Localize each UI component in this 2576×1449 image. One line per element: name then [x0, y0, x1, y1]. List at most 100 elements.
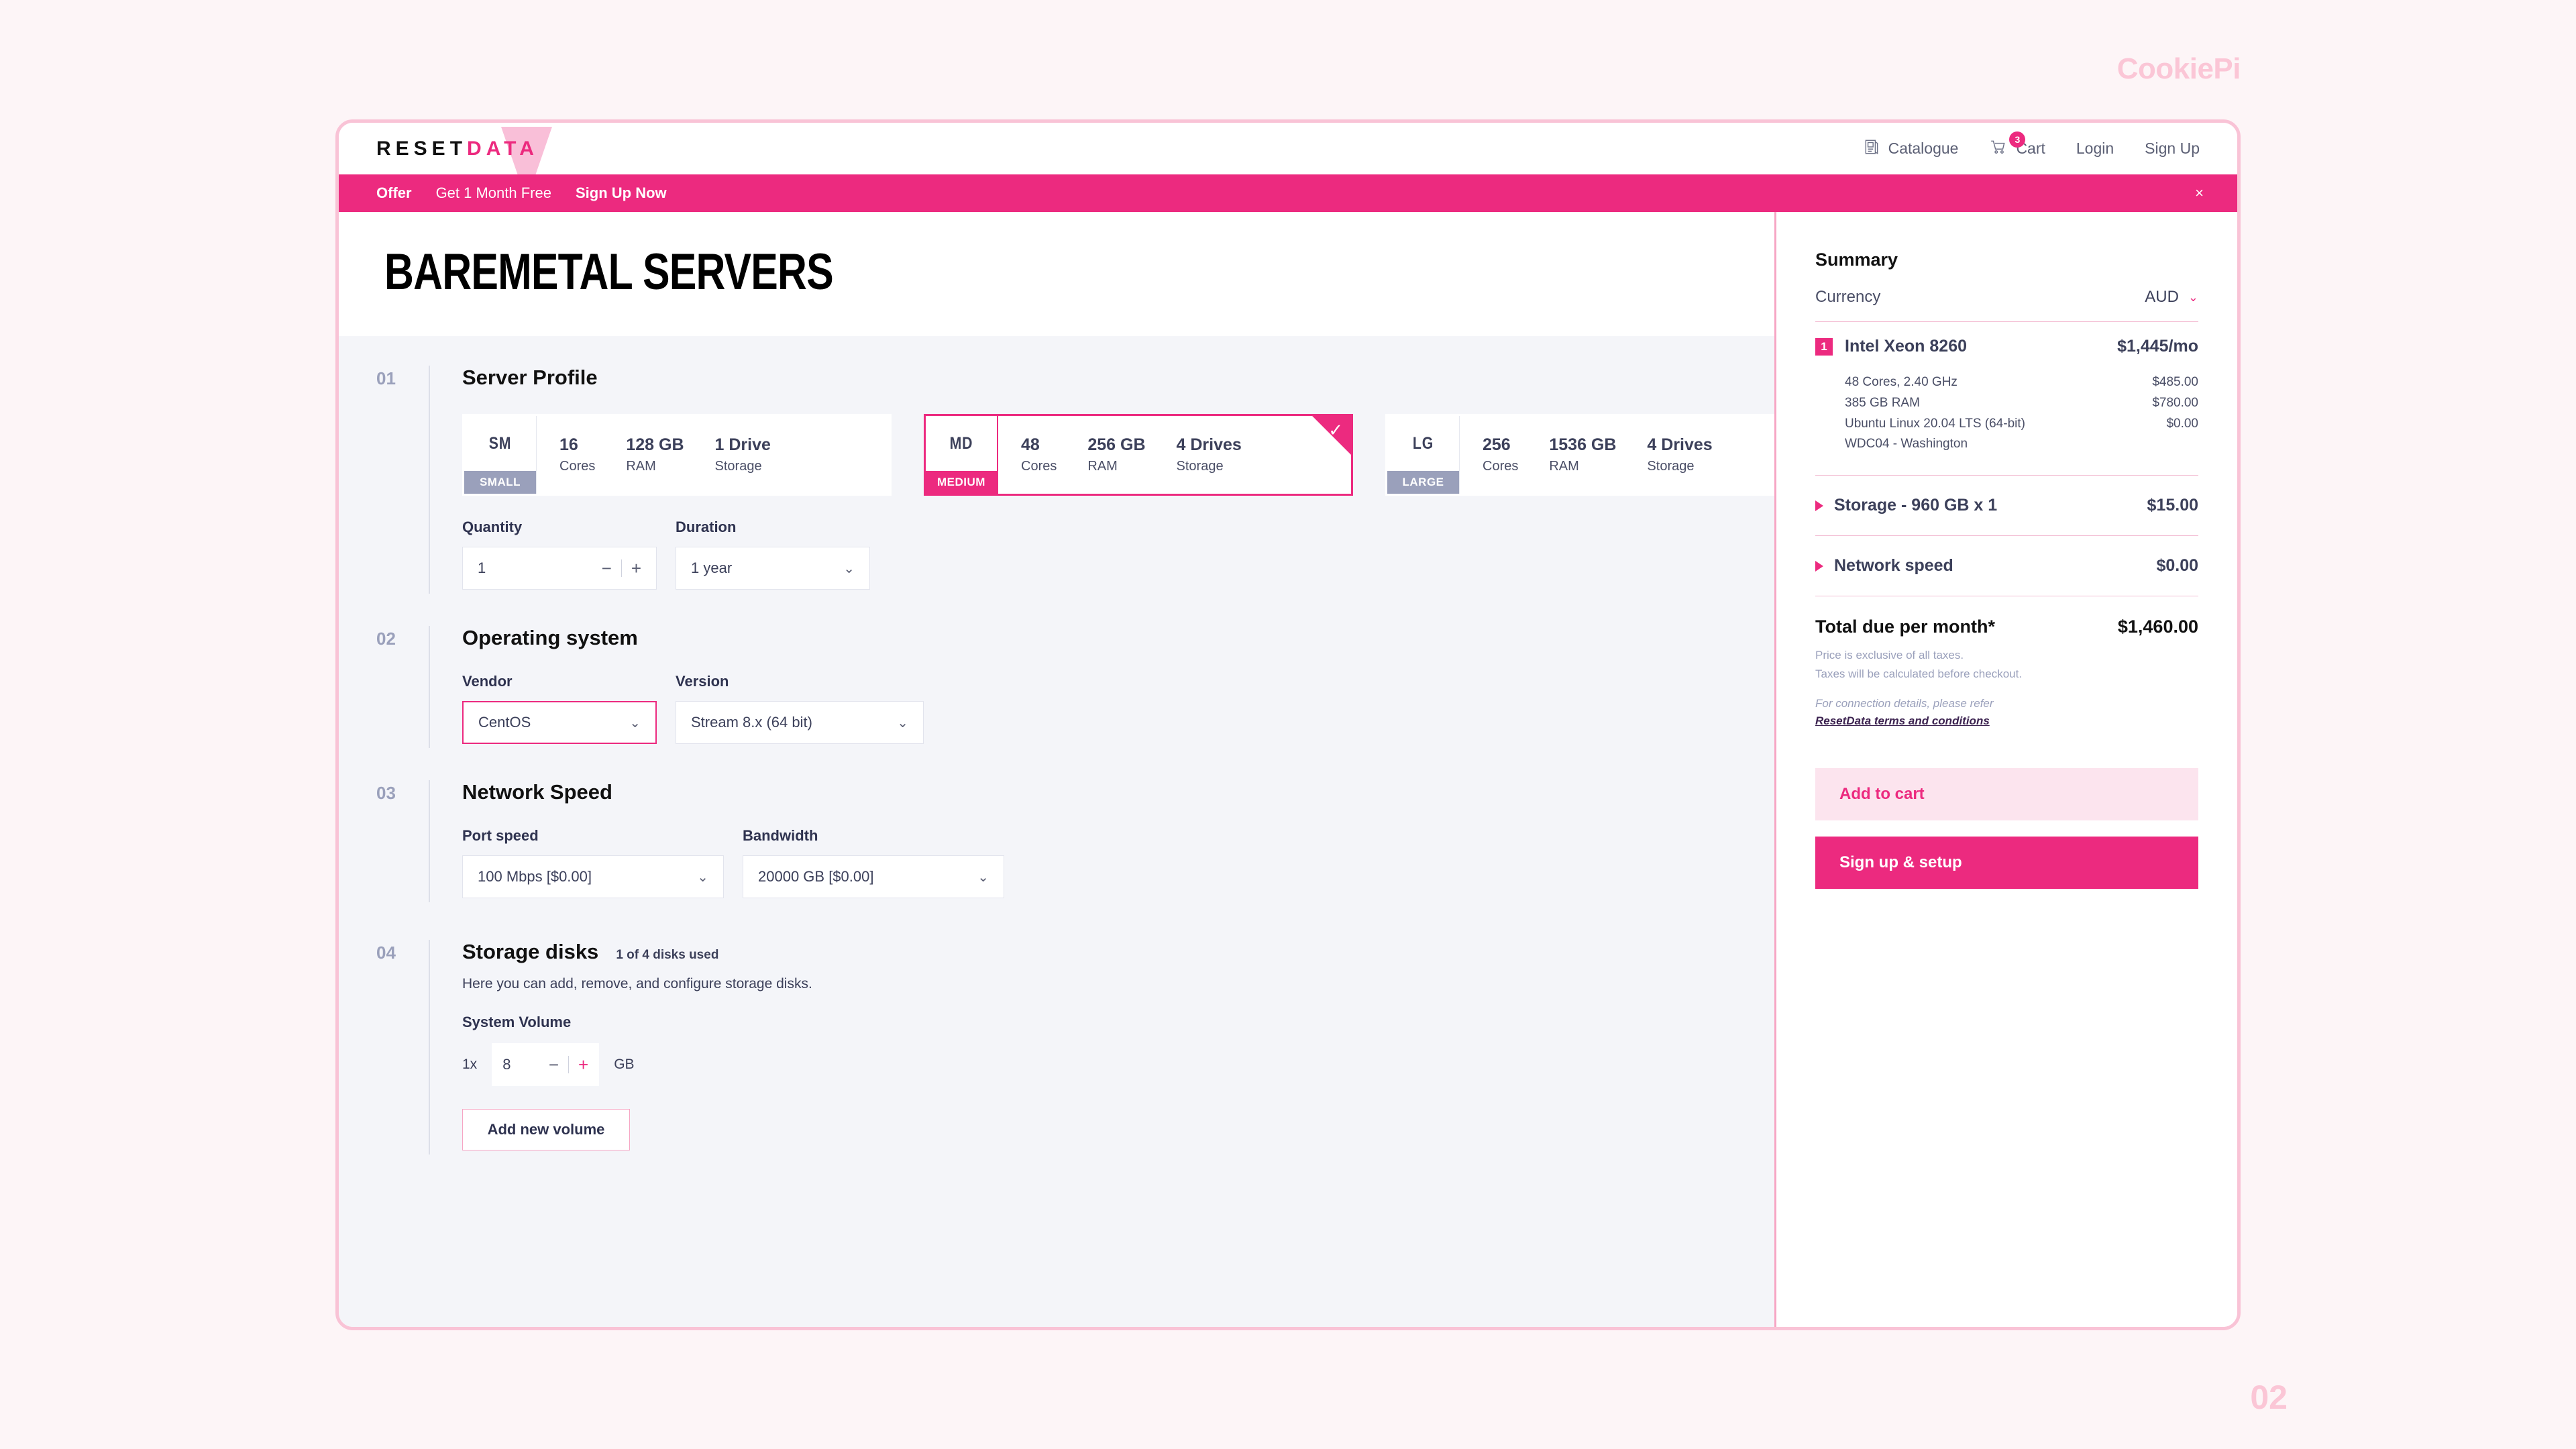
volume-size-stepper[interactable]: 8 − +: [492, 1043, 600, 1086]
banner-close-icon[interactable]: ×: [2195, 186, 2204, 201]
duration-value: 1 year: [691, 559, 733, 576]
spec-storage-value: 4 Drives: [1176, 435, 1242, 454]
sign-up-and-setup-button[interactable]: Sign up & setup: [1815, 837, 2198, 890]
quantity-duration-fields: Quantity 1 − + Duration 1 year ⌄: [462, 519, 1774, 590]
detail-row: 48 Cores, 2.40 GHz $485.00: [1845, 372, 2198, 393]
triangle-right-icon: [1815, 560, 1823, 572]
tax-note-line-2: Taxes will be calculated before checkout…: [1815, 667, 2023, 680]
chevron-down-icon: ⌄: [843, 561, 855, 576]
profile-card-abbr: MD: [949, 433, 973, 453]
watermark-page-number: 02: [2250, 1379, 2288, 1416]
port-speed-field: Port speed 100 Mbps [$0.00] ⌄: [462, 827, 724, 898]
server-profile-cards: SM SMALL 16 Cores 128 GB RAM 1 Drive Storag…: [462, 414, 1774, 496]
catalogue-icon: [1863, 138, 1880, 160]
volume-multiplier: 1x: [462, 1057, 478, 1072]
cart-badge: 3: [2009, 131, 2026, 148]
volume-plus-button[interactable]: +: [578, 1055, 588, 1075]
version-label: Version: [676, 673, 729, 690]
spec-cores-value: 48: [1021, 435, 1040, 454]
port-speed-value: 100 Mbps [$0.00]: [478, 868, 592, 885]
chevron-down-icon: ⌄: [977, 869, 989, 885]
currency-label: Currency: [1815, 288, 1881, 306]
profile-card-tag: MD MEDIUM: [926, 416, 998, 494]
port-speed-label: Port speed: [462, 827, 539, 844]
summary-title: Summary: [1815, 250, 1898, 270]
quantity-label: Quantity: [462, 519, 523, 535]
banner-offer-label: Offer: [376, 184, 412, 201]
spec-storage-value: 1 Drive: [714, 435, 771, 454]
spec-cores-label: Cores: [559, 459, 596, 474]
currency-value: AUD: [2145, 288, 2179, 306]
divider: [1815, 535, 2198, 537]
currency-select[interactable]: AUD ⌄: [2145, 288, 2198, 307]
divider: [1815, 475, 2198, 476]
port-speed-select[interactable]: 100 Mbps [$0.00] ⌄: [462, 855, 724, 898]
profile-card-abbr: SM: [488, 433, 512, 453]
vendor-label: Vendor: [462, 673, 513, 690]
banner-cta-link[interactable]: Sign Up Now: [576, 184, 667, 202]
total-row: Total due per month* $1,460.00: [1815, 616, 2198, 637]
stepper-divider: [621, 559, 622, 577]
quantity-plus-button[interactable]: +: [631, 558, 641, 579]
volume-size-value: 8: [502, 1056, 511, 1073]
profile-card-specs: 256 Cores 1536 GB RAM 4 Drives Storage: [1460, 416, 1774, 494]
volume-minus-button[interactable]: −: [549, 1055, 559, 1075]
total-value: $1,460.00: [2117, 616, 2198, 637]
profile-card-small[interactable]: SM SMALL 16 Cores 128 GB RAM 1 Drive Storag…: [462, 414, 892, 496]
section-title-server-profile: Server Profile: [462, 366, 598, 389]
spec-ram-label: RAM: [626, 459, 656, 474]
add-new-volume-button[interactable]: Add new volume: [462, 1109, 630, 1150]
nav-item-catalogue[interactable]: Catalogue: [1863, 138, 1958, 160]
quantity-field: Quantity 1 − +: [462, 519, 657, 590]
currency-row: Currency AUD ⌄: [1815, 288, 2198, 307]
profile-card-tag: SM SMALL: [464, 416, 537, 494]
checkmark-icon: ✓: [1328, 420, 1343, 440]
spec-cores-value: 16: [559, 435, 578, 454]
cart-icon: [1989, 138, 2008, 160]
spec-storage-value: 4 Drives: [1647, 435, 1713, 454]
summary-row-network[interactable]: Network speed $0.00: [1815, 556, 2198, 576]
profile-card-abbr: LG: [1412, 433, 1434, 453]
page-body: BAREMETAL SERVERS 01 Server Profile SM S…: [339, 212, 2237, 1327]
triangle-right-icon: [1815, 500, 1823, 511]
summary-row-storage[interactable]: Storage - 960 GB x 1 $15.00: [1815, 496, 2198, 515]
summary-line-item: 1 Intel Xeon 8260 $1,445/mo: [1815, 337, 2198, 356]
nav-item-cart[interactable]: 3 Cart: [1989, 131, 2045, 160]
spec-cores-value: 256: [1483, 435, 1511, 454]
nav-item-login[interactable]: Login: [2076, 140, 2114, 158]
detail-price: $0.00: [2166, 416, 2198, 431]
main-content: BAREMETAL SERVERS 01 Server Profile SM S…: [339, 212, 1774, 1327]
profile-card-size: MEDIUM: [926, 471, 997, 494]
version-select[interactable]: Stream 8.x (64 bit) ⌄: [676, 701, 924, 744]
quantity-minus-button[interactable]: −: [602, 558, 612, 579]
duration-select[interactable]: 1 year ⌄: [676, 547, 870, 590]
detail-row: 385 GB RAM $780.00: [1845, 393, 2198, 414]
add-to-cart-button[interactable]: Add to cart: [1815, 768, 2198, 821]
item-name: Intel Xeon 8260: [1845, 337, 1968, 356]
section-storage-disks: 04 Storage disks 1 of 4 disks used Here …: [339, 940, 1774, 1155]
volume-unit: GB: [614, 1057, 635, 1072]
terms-and-conditions-link[interactable]: ResetData terms and conditions: [1815, 714, 1990, 728]
nav-item-signup[interactable]: Sign Up: [2145, 140, 2200, 158]
profile-card-large[interactable]: LG LARGE 256 Cores 1536 GB RAM 4 Drives Sto…: [1385, 414, 1774, 496]
quantity-stepper[interactable]: 1 − +: [462, 547, 657, 590]
summary-item-details: 48 Cores, 2.40 GHz $485.00 385 GB RAM $780…: [1845, 372, 2198, 455]
vendor-select[interactable]: CentOS ⌄: [462, 701, 657, 744]
summary-row-label: Network speed: [1834, 556, 1953, 576]
profile-card-size: SMALL: [464, 471, 536, 494]
top-navigation: RESETDATA Catalogue 3 Cart Login Sign Up: [339, 123, 2237, 201]
browser-frame: RESETDATA Catalogue 3 Cart Login Sign Up…: [335, 119, 2241, 1330]
spec-ram-label: RAM: [1087, 459, 1118, 474]
profile-card-tag: LG LARGE: [1387, 416, 1460, 494]
section-rule: [429, 626, 430, 748]
section-title-network-speed: Network Speed: [462, 780, 612, 804]
detail-row: Ubuntu Linux 20.04 LTS (64-bit) $0.00: [1845, 414, 2198, 435]
summary-row-price: $0.00: [2156, 556, 2198, 576]
chevron-down-icon: ⌄: [697, 869, 708, 885]
detail-price: $780.00: [2152, 395, 2198, 410]
bandwidth-select[interactable]: 20000 GB [$0.00] ⌄: [743, 855, 1004, 898]
page-title: BAREMETAL SERVERS: [384, 244, 834, 301]
logo[interactable]: RESETDATA: [376, 126, 552, 201]
profile-card-medium[interactable]: ✓ MD MEDIUM 48 Cores 256 GB RAM 4 Drives St…: [924, 414, 1353, 496]
spec-ram-value: 256 GB: [1087, 435, 1146, 454]
